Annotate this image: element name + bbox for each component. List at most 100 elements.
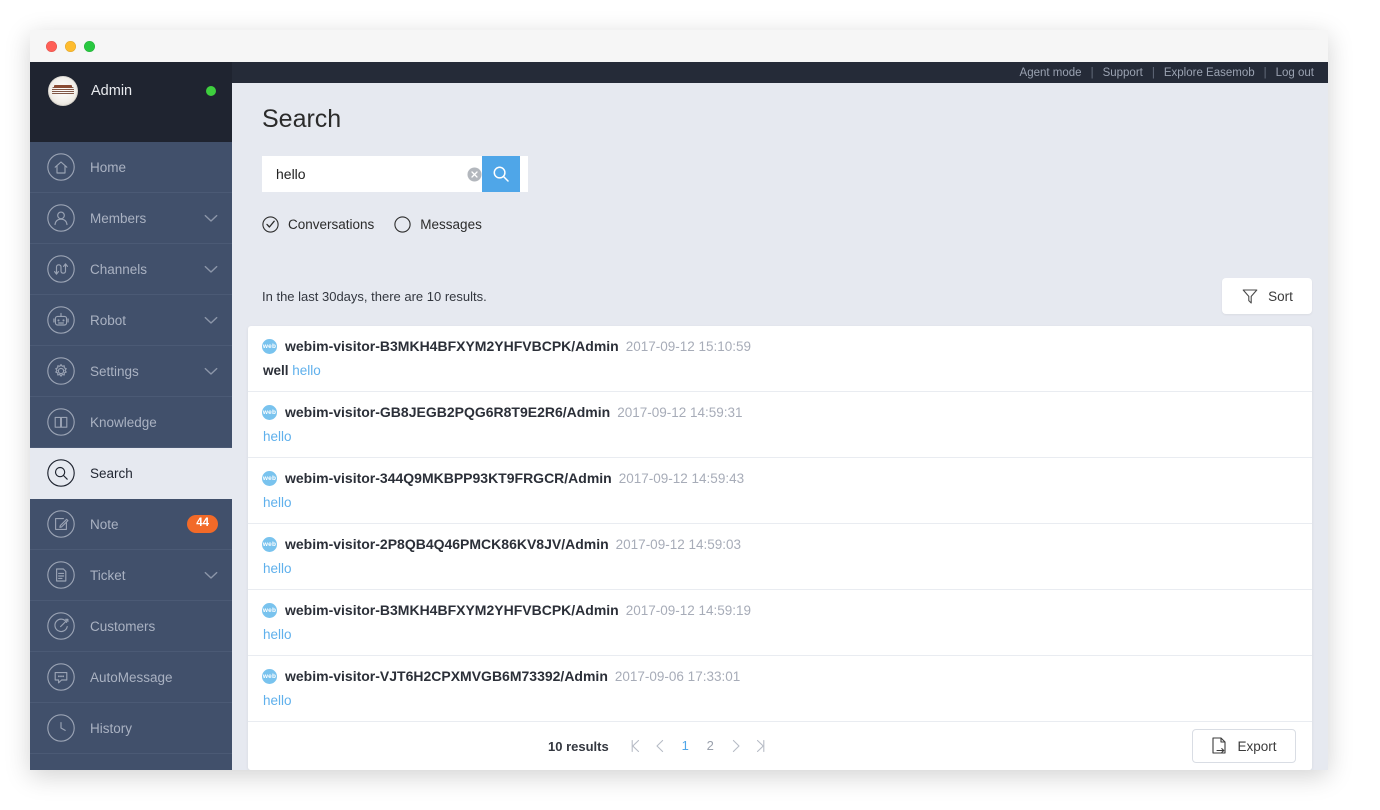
results-summary-bar: In the last 30days, there are 10 results… [248,278,1312,314]
sidebar-item-members[interactable]: Members [30,193,232,244]
home-icon [46,152,76,182]
result-timestamp: 2017-09-12 15:10:59 [625,338,752,354]
sidebar-item-label: Members [90,210,147,226]
sidebar-item-label: Knowledge [90,414,157,430]
channel-web-icon: web [262,338,277,354]
chevron-down-icon[interactable] [204,316,218,325]
export-button-label: Export [1237,738,1277,754]
result-snippet: well hello [262,363,1298,378]
result-snippet-text: well [263,363,289,378]
sidebar-item-label: History [90,720,133,736]
account-name: Admin [91,83,133,99]
sidebar-item-channels[interactable]: Channels [30,244,232,295]
radio-conversations-label: Conversations [288,217,375,232]
chevron-down-icon[interactable] [204,571,218,580]
result-row[interactable]: web webim-visitor-B3MKH4BFXYM2YHFVBCPK/Ad… [248,326,1312,392]
sidebar-item-label: Settings [90,363,139,379]
radio-messages[interactable]: Messages [394,216,482,233]
sidebar-item-label: Search [90,465,133,481]
result-row[interactable]: web webim-visitor-B3MKH4BFXYM2YHFVBCPK/Ad… [248,590,1312,656]
chevron-down-icon[interactable] [204,265,218,274]
channel-web-icon: web [262,602,277,618]
prev-page-icon[interactable] [648,739,673,753]
sidebar-item-search[interactable]: Search [30,448,232,499]
sidebar-item-history[interactable]: History [30,703,232,754]
top-nav-agent-mode[interactable]: Agent mode [1020,67,1082,79]
automessage-icon [46,662,76,692]
sidebar-item-label: AutoMessage [90,669,173,685]
sidebar-item-label: Note [90,516,119,532]
sidebar-item-home[interactable]: Home [30,142,232,193]
export-button[interactable]: Export [1192,729,1296,763]
minimize-window-button[interactable] [65,40,76,52]
sidebar: Admin Home Members Channels Robot Settings Kn… [30,62,232,770]
last-page-icon[interactable] [748,739,773,753]
close-window-button[interactable] [46,40,57,52]
top-nav-support[interactable]: Support [1103,67,1143,79]
result-snippet-match: hello [263,429,292,444]
page-2-button[interactable]: 2 [698,736,723,756]
radio-conversations[interactable]: Conversations [262,216,374,233]
top-nav-explore[interactable]: Explore Easemob [1164,67,1255,79]
clear-circle-icon[interactable] [467,167,482,182]
result-row[interactable]: web webim-visitor-344Q9MKBPP93KT9FRGCR/Ad… [248,458,1312,524]
app-window: Admin Home Members Channels Robot Settings Kn… [30,30,1328,770]
chevron-down-icon[interactable] [204,367,218,376]
result-snippet: hello [262,693,1298,708]
result-timestamp: 2017-09-12 14:59:19 [625,602,752,618]
sidebar-nav: Home Members Channels Robot Settings Knowledg… [30,142,232,754]
result-snippet-match: hello [263,627,292,642]
result-snippet: hello [262,495,1298,510]
members-icon [46,203,76,233]
zoom-window-button[interactable] [84,40,95,52]
funnel-icon [1242,289,1258,304]
search-icon [46,458,76,488]
robot-icon [46,305,76,335]
sidebar-header-filler [30,120,232,142]
sidebar-item-label: Home [90,159,127,175]
sidebar-item-badge: 44 [187,515,218,533]
result-snippet-match: hello [263,693,292,708]
sidebar-item-note[interactable]: Note 44 [30,499,232,550]
sidebar-item-customers[interactable]: Customers [30,601,232,652]
result-row[interactable]: web webim-visitor-GB8JEGB2PQG6R8T9E2R6/Ad… [248,392,1312,458]
search-box [262,156,528,192]
result-row-header: web webim-visitor-344Q9MKBPP93KT9FRGCR/Ad… [262,470,1298,486]
results-summary-text: In the last 30days, there are 10 results… [262,288,487,304]
top-nav-separator: | [1263,66,1267,79]
sidebar-item-automessage[interactable]: AutoMessage [30,652,232,703]
top-nav-log-out[interactable]: Log out [1276,67,1314,79]
pagination-count: 10 results [548,738,609,754]
search-icon [493,166,509,182]
results-footer: 10 results 1 2 Export [248,722,1312,770]
sort-button[interactable]: Sort [1222,278,1312,314]
customers-icon [46,611,76,641]
result-title: webim-visitor-B3MKH4BFXYM2YHFVBCPK/Admin [285,602,619,618]
page-1-button[interactable]: 1 [673,736,698,756]
search-input[interactable] [274,165,467,183]
top-nav: Agent mode | Support | Explore Easemob |… [232,62,1328,83]
search-submit-button[interactable] [482,156,520,192]
chevron-down-icon[interactable] [204,214,218,223]
channels-icon [46,254,76,284]
sidebar-item-knowledge[interactable]: Knowledge [30,397,232,448]
sidebar-account[interactable]: Admin [30,62,232,120]
result-row-header: web webim-visitor-VJT6H2CPXMVGB6M73392/Ad… [262,668,1298,684]
sidebar-item-settings[interactable]: Settings [30,346,232,397]
sidebar-item-ticket[interactable]: Ticket [30,550,232,601]
next-page-icon[interactable] [723,739,748,753]
result-row-header: web webim-visitor-B3MKH4BFXYM2YHFVBCPK/Ad… [262,338,1298,354]
result-title: webim-visitor-GB8JEGB2PQG6R8T9E2R6/Admin [285,404,611,420]
result-row[interactable]: web webim-visitor-2P8QB4Q46PMCK86KV8JV/Ad… [248,524,1312,590]
result-row[interactable]: web webim-visitor-VJT6H2CPXMVGB6M73392/Ad… [248,656,1312,722]
book-icon [46,407,76,437]
export-icon [1212,737,1227,754]
gear-icon [46,356,76,386]
sidebar-item-robot[interactable]: Robot [30,295,232,346]
first-page-icon[interactable] [623,739,648,753]
result-title: webim-visitor-B3MKH4BFXYM2YHFVBCPK/Admin [285,338,619,354]
top-nav-separator: | [1090,66,1094,79]
result-timestamp: 2017-09-12 14:59:31 [617,404,743,420]
result-title: webim-visitor-344Q9MKBPP93KT9FRGCR/Admin [285,470,612,486]
content-panel: Search hello Conversations Messages In t… [232,83,1328,770]
